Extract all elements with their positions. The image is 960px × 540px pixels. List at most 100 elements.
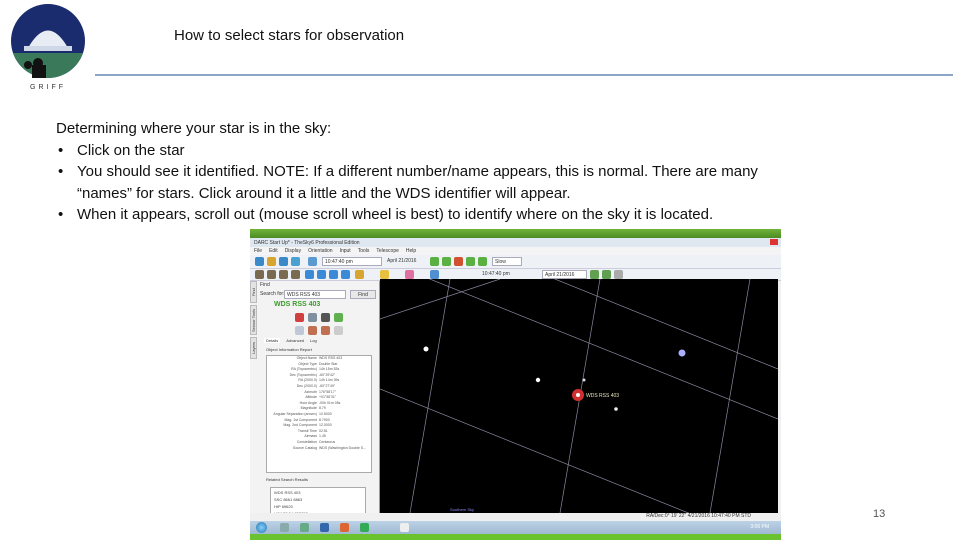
stop-icon[interactable]: [454, 257, 463, 266]
search-label: Search for:: [260, 291, 285, 297]
find-panel: Find Sensor Tools Layers Find Search for…: [250, 281, 380, 525]
close-button[interactable]: [770, 239, 778, 245]
rotate-icon[interactable]: [291, 270, 300, 279]
bullet-2: You should see it identified. NOTE: If a…: [56, 161, 776, 204]
doc-icon[interactable]: [295, 326, 304, 335]
page-number: 13: [873, 508, 886, 520]
menu-telescope[interactable]: Telescope: [376, 248, 399, 254]
powerpoint-icon[interactable]: [340, 523, 349, 532]
os-bottom-bar: [250, 534, 781, 540]
zoom-icon[interactable]: [355, 270, 364, 279]
side-tab-layers[interactable]: Layers: [250, 337, 257, 359]
target-icon[interactable]: [295, 313, 304, 322]
info-row: Source Catalog WDS (Washington Double S..…: [267, 446, 371, 452]
rotate-icon[interactable]: [255, 270, 264, 279]
star[interactable]: [614, 407, 618, 411]
related-result-item[interactable]: WDS RSS 403: [274, 489, 362, 496]
window-title-bar: DARC Start Up* - TheSky6 Professional Ed…: [250, 238, 781, 247]
time-field[interactable]: 10:47:40 pm: [322, 257, 382, 266]
excel-icon[interactable]: [360, 523, 369, 532]
bullet-3: When it appears, scroll out (mouse scrol…: [56, 204, 776, 226]
close-icon[interactable]: [614, 270, 623, 279]
status-bar: RA/Dec:0° 19' 22" 4/21/2016 10:47:40 PM …: [250, 513, 781, 521]
sky-label: Southern Sky: [450, 507, 474, 512]
word-icon[interactable]: [320, 523, 329, 532]
info-value: WDS (Washington Double S...: [319, 445, 366, 450]
menu-tools[interactable]: Tools: [358, 248, 370, 254]
lock-icon[interactable]: [321, 326, 330, 335]
arrow-up-icon[interactable]: [305, 270, 314, 279]
intro-text: Determining where your star is in the sk…: [56, 120, 332, 137]
menu-file[interactable]: File: [254, 248, 262, 254]
arrow-down-icon[interactable]: [317, 270, 326, 279]
side-tab-sensor-tools[interactable]: Sensor Tools: [250, 305, 257, 335]
planet-icon[interactable]: [405, 270, 414, 279]
copy-icon[interactable]: [308, 326, 317, 335]
slide-body: Determining where your star is in the sk…: [56, 118, 776, 226]
object-info-report[interactable]: Object Name WDS RSS 403 Object Type Double …: [266, 355, 372, 473]
star[interactable]: [678, 349, 686, 357]
menu-bar: File Edit Display Orientation Input Tools Tele…: [250, 247, 781, 255]
side-tab-find[interactable]: Find: [250, 281, 257, 303]
star-label: WDS RSS 403: [586, 393, 619, 399]
telescope-icon[interactable]: [255, 257, 264, 266]
thesky-taskbar-icon[interactable]: [400, 523, 409, 532]
tab-log[interactable]: Log: [310, 338, 317, 343]
bookmark-icon[interactable]: [590, 270, 599, 279]
menu-input[interactable]: Input: [340, 248, 351, 254]
menu-display[interactable]: Display: [285, 248, 301, 254]
taskbar-app-icon[interactable]: [280, 523, 289, 532]
related-result-item[interactable]: HIP 69620: [274, 503, 362, 510]
web-icon[interactable]: [334, 313, 343, 322]
step-forward-icon[interactable]: [478, 257, 487, 266]
observer-icon[interactable]: [267, 257, 276, 266]
taskbar-app-icon[interactable]: [300, 523, 309, 532]
date-field-2[interactable]: April 21/2016: [542, 270, 587, 279]
time-field-2[interactable]: 10:47:40 pm: [480, 270, 540, 279]
info-label: Source Catalog: [292, 445, 317, 450]
info-icon[interactable]: [308, 313, 317, 322]
clear-icon[interactable]: [334, 326, 343, 335]
title-divider: [95, 74, 953, 76]
detail-tabs: Details Advanced Log: [264, 338, 317, 343]
panel-title: Find: [260, 282, 270, 288]
start-button[interactable]: [256, 522, 267, 533]
star[interactable]: [582, 378, 586, 382]
globe-icon[interactable]: [308, 257, 317, 266]
rotate-icon[interactable]: [267, 270, 276, 279]
rotate-icon[interactable]: [279, 270, 288, 279]
arrow-left-icon[interactable]: [329, 270, 338, 279]
star[interactable]: [535, 377, 541, 383]
arrow-right-icon[interactable]: [341, 270, 350, 279]
menu-help[interactable]: Help: [406, 248, 416, 254]
headphones-icon[interactable]: [291, 257, 300, 266]
slide-title: How to select stars for observation: [174, 27, 405, 44]
selected-star[interactable]: [576, 393, 580, 397]
find-button[interactable]: Find: [350, 290, 376, 299]
photo-icon[interactable]: [321, 313, 330, 322]
forward-icon[interactable]: [466, 257, 475, 266]
related-result-item[interactable]: SSC 8661 8863: [274, 496, 362, 503]
taskbar: 3:06 PM: [250, 521, 781, 534]
settings-icon[interactable]: [602, 270, 611, 279]
related-title: Related Search Results: [266, 477, 309, 482]
sky-chart[interactable]: WDS RSS 403 Southern Sky: [380, 279, 778, 513]
step-back-icon[interactable]: [430, 257, 439, 266]
chart-icon[interactable]: [430, 270, 439, 279]
tab-advanced[interactable]: Advanced: [286, 338, 304, 343]
rewind-icon[interactable]: [442, 257, 451, 266]
clock: 3:06 PM: [750, 524, 769, 530]
speed-select[interactable]: Slow: [492, 257, 522, 266]
window-title: DARC Start Up* - TheSky6 Professional Ed…: [254, 240, 360, 246]
tab-details[interactable]: Details: [264, 338, 281, 343]
menu-edit[interactable]: Edit: [269, 248, 278, 254]
bullet-1: Click on the star: [56, 140, 776, 162]
menu-orientation[interactable]: Orientation: [308, 248, 332, 254]
toolbar-1: 10:47:40 pm April 21/2016 Slow: [250, 255, 781, 269]
search-input[interactable]: WDS RSS 403: [284, 290, 346, 299]
svg-text:GRIFF: GRIFF: [30, 84, 66, 91]
person-icon[interactable]: [279, 257, 288, 266]
star[interactable]: [423, 346, 429, 352]
sun-icon[interactable]: [380, 270, 389, 279]
date-field[interactable]: April 21/2016: [385, 257, 425, 266]
